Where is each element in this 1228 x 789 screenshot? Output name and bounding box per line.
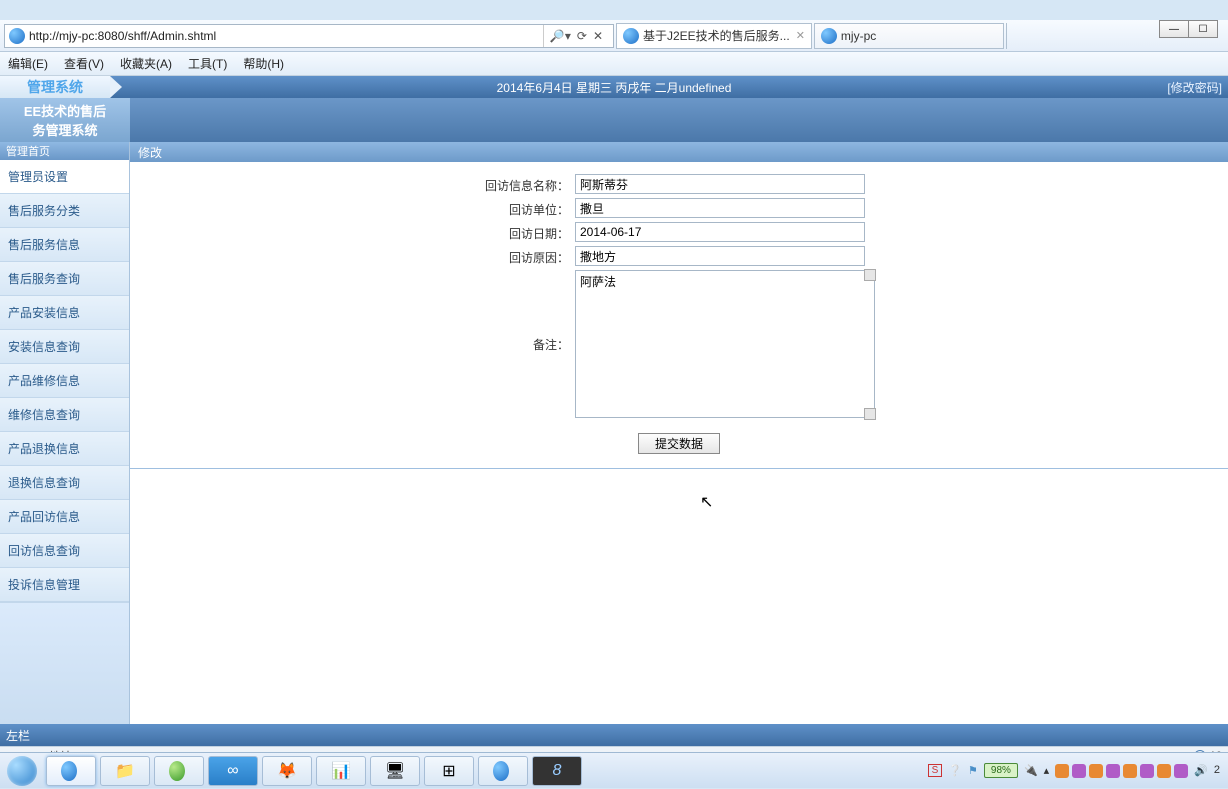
taskbar-cloud[interactable]: ∞ bbox=[208, 756, 258, 786]
menu-view[interactable]: 查看(V) bbox=[56, 55, 112, 72]
system-title: EE技术的售后 务管理系统 bbox=[0, 98, 130, 142]
taskbar-firefox[interactable]: 🦊 bbox=[262, 756, 312, 786]
url-tools: 🔎▾ ⟳ ✕ bbox=[543, 25, 609, 47]
sidebar: 管理首页 管理员设置 售后服务分类 售后服务信息 售后服务查询 产品安装信息 安… bbox=[0, 142, 130, 724]
sidebar-item-repair-query[interactable]: 维修信息查询 bbox=[0, 398, 129, 432]
ime-icon[interactable]: S bbox=[928, 764, 943, 777]
taskbar-slash[interactable]: 8 bbox=[532, 756, 582, 786]
submit-button[interactable]: 提交数据 bbox=[638, 433, 720, 454]
change-password-link[interactable]: [修改密码] bbox=[1167, 79, 1222, 96]
sidebar-item-service-info[interactable]: 售后服务信息 bbox=[0, 228, 129, 262]
ie-icon bbox=[623, 28, 639, 44]
menu-help[interactable]: 帮助(H) bbox=[235, 55, 292, 72]
sidebar-item-repair-info[interactable]: 产品维修信息 bbox=[0, 364, 129, 398]
cursor-icon: ↖ bbox=[700, 492, 713, 512]
start-button[interactable] bbox=[0, 753, 44, 789]
input-reason[interactable] bbox=[575, 246, 865, 266]
app-header: 管理系统 2014年6月4日 星期三 丙戌年 二月undefined [修改密码… bbox=[0, 76, 1228, 98]
menu-bar: 编辑(E) 查看(V) 收藏夹(A) 工具(T) 帮助(H) bbox=[0, 52, 1228, 76]
tray-flag-icon[interactable]: ⚑ bbox=[968, 764, 978, 777]
main-area: 管理首页 管理员设置 售后服务分类 售后服务信息 售后服务查询 产品安装信息 安… bbox=[0, 142, 1228, 724]
label-name: 回访信息名称 bbox=[130, 174, 575, 194]
taskbar-ie[interactable] bbox=[46, 756, 96, 786]
volume-icon[interactable]: 🔊 bbox=[1194, 764, 1208, 777]
tray-app-icons[interactable] bbox=[1055, 764, 1188, 778]
power-icon[interactable]: 🔌 bbox=[1024, 764, 1038, 777]
menu-favorites[interactable]: 收藏夹(A) bbox=[112, 55, 180, 72]
sub-header: EE技术的售后 务管理系统 bbox=[0, 98, 1228, 142]
sidebar-item-complaint[interactable]: 投诉信息管理 bbox=[0, 568, 129, 602]
new-tab-button[interactable] bbox=[1006, 23, 1028, 49]
system-tray: S ❔ ⚑ 98% 🔌 ▴ 🔊 2 bbox=[928, 763, 1228, 778]
refresh-icon[interactable]: ⟳ bbox=[577, 29, 587, 43]
resize-handle-icon[interactable] bbox=[864, 269, 876, 281]
sidebar-fill bbox=[0, 602, 129, 724]
label-remark: 备注 bbox=[130, 270, 575, 353]
ie-icon bbox=[821, 28, 837, 44]
menu-tools[interactable]: 工具(T) bbox=[180, 55, 235, 72]
battery-indicator[interactable]: 98% bbox=[984, 763, 1018, 778]
close-icon[interactable]: ✕ bbox=[796, 29, 805, 42]
taskbar: 📁 ∞ 🦊 📊 🖥 ⊞ 8 S ❔ ⚑ 98% 🔌 ▴ 🔊 2 bbox=[0, 752, 1228, 788]
logo-text: 管理系统 bbox=[0, 76, 110, 98]
stop-icon[interactable]: ✕ bbox=[593, 29, 603, 43]
sidebar-item-return-query[interactable]: 退换信息查询 bbox=[0, 466, 129, 500]
sidebar-item-category[interactable]: 售后服务分类 bbox=[0, 194, 129, 228]
label-date: 回访日期 bbox=[130, 222, 575, 242]
browser-chrome: 🔎▾ ⟳ ✕ 基于J2EE技术的售后服务... ✕ mjy-pc bbox=[0, 20, 1228, 52]
tray-help-icon[interactable]: ❔ bbox=[948, 764, 962, 777]
sidebar-item-return-info[interactable]: 产品退换信息 bbox=[0, 432, 129, 466]
taskbar-monitor[interactable]: 🖥 bbox=[370, 756, 420, 786]
menu-edit[interactable]: 编辑(E) bbox=[0, 55, 56, 72]
window-controls: — ☐ bbox=[1160, 20, 1218, 38]
resize-handle-icon[interactable] bbox=[864, 408, 876, 420]
address-bar[interactable]: 🔎▾ ⟳ ✕ bbox=[4, 24, 614, 48]
sidebar-item-admin[interactable]: 管理员设置 bbox=[0, 160, 129, 194]
sidebar-item-visit-query[interactable]: 回访信息查询 bbox=[0, 534, 129, 568]
label-reason: 回访原因 bbox=[130, 246, 575, 266]
tray-clock[interactable]: 2 bbox=[1214, 764, 1220, 776]
sidebar-item-install-query[interactable]: 安装信息查询 bbox=[0, 330, 129, 364]
minimize-button[interactable]: — bbox=[1159, 20, 1189, 38]
content-title: 修改 bbox=[130, 142, 1228, 162]
search-dropdown-icon[interactable]: 🔎▾ bbox=[550, 29, 571, 43]
input-unit[interactable] bbox=[575, 198, 865, 218]
tray-up-icon[interactable]: ▴ bbox=[1044, 764, 1050, 777]
left-panel-bar: 左栏 bbox=[0, 724, 1228, 746]
system-title-l1: EE技术的售后 bbox=[24, 101, 106, 120]
textarea-remark[interactable]: 阿萨法 bbox=[575, 270, 875, 418]
taskbar-ie2[interactable] bbox=[154, 756, 204, 786]
taskbar-app[interactable]: 📊 bbox=[316, 756, 366, 786]
edit-form: 回访信息名称 回访单位 回访日期 回访原因 备注 阿萨法 bbox=[130, 162, 1228, 469]
sidebar-item-service-query[interactable]: 售后服务查询 bbox=[0, 262, 129, 296]
url-input[interactable] bbox=[29, 29, 539, 43]
system-title-l2: 务管理系统 bbox=[32, 120, 97, 139]
content: 修改 回访信息名称 回访单位 回访日期 回访原因 备注 阿萨法 bbox=[130, 142, 1228, 724]
tab-label: mjy-pc bbox=[841, 29, 876, 43]
tab-secondary[interactable]: mjy-pc bbox=[814, 23, 1004, 49]
taskbar-explorer[interactable]: 📁 bbox=[100, 756, 150, 786]
taskbar-ie3[interactable] bbox=[478, 756, 528, 786]
sidebar-item-install-info[interactable]: 产品安装信息 bbox=[0, 296, 129, 330]
taskbar-windows[interactable]: ⊞ bbox=[424, 756, 474, 786]
input-name[interactable] bbox=[575, 174, 865, 194]
logo: 管理系统 bbox=[0, 76, 110, 98]
maximize-button[interactable]: ☐ bbox=[1188, 20, 1218, 38]
tab-label: 基于J2EE技术的售后服务... bbox=[643, 27, 790, 44]
input-date[interactable] bbox=[575, 222, 865, 242]
sidebar-home[interactable]: 管理首页 bbox=[0, 142, 129, 160]
sidebar-item-visit-info[interactable]: 产品回访信息 bbox=[0, 500, 129, 534]
ie-icon bbox=[9, 28, 25, 44]
tab-main[interactable]: 基于J2EE技术的售后服务... ✕ bbox=[616, 23, 812, 49]
label-unit: 回访单位 bbox=[130, 198, 575, 218]
header-date: 2014年6月4日 星期三 丙戌年 二月undefined bbox=[497, 79, 732, 96]
